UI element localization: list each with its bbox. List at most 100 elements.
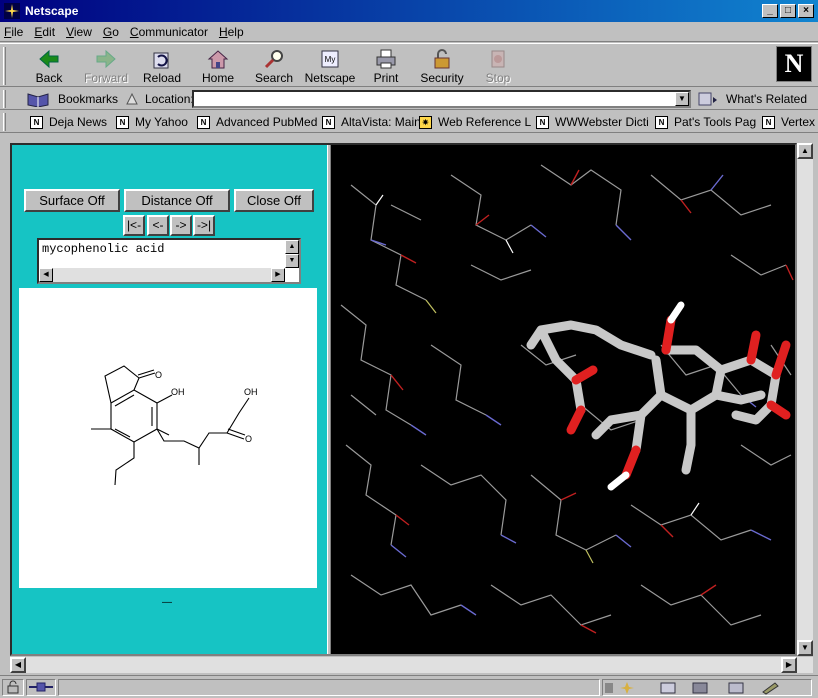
textarea-vscrollbar[interactable]: ▲ ▼ [285, 240, 299, 268]
bookmark-item[interactable]: N My Yahoo [116, 115, 188, 129]
netscape-page-icon: N [762, 115, 775, 129]
bookmark-item[interactable]: N Deja News [30, 115, 107, 129]
page-horizontal-scrollbar[interactable]: ◀ ▶ [10, 657, 813, 673]
bookmark-item[interactable]: N AltaVista: Main [322, 115, 421, 129]
bookmark-item[interactable]: N Pat's Tools Pag [655, 115, 756, 129]
netscape-page-icon: N [197, 115, 210, 129]
search-icon [264, 50, 283, 69]
search-button[interactable]: Search [246, 47, 302, 87]
netscape-app-icon [4, 3, 20, 19]
distance-off-button[interactable]: Distance Off [124, 189, 230, 212]
netscape-logo-icon[interactable]: N [776, 46, 812, 82]
svg-text:My: My [325, 55, 336, 64]
acid-oh-label: OH [244, 387, 258, 397]
last-button[interactable]: ->| [193, 215, 215, 236]
stop-button[interactable]: Stop [470, 47, 526, 87]
page-scroll-right-icon[interactable]: ▶ [781, 657, 797, 673]
close-off-button[interactable]: Close Off [234, 189, 314, 212]
protein-wireframe-view [340, 164, 794, 634]
page-scroll-up-icon[interactable]: ▲ [797, 143, 813, 159]
bookmarks-icon [27, 93, 49, 107]
forward-arrow-icon [96, 49, 116, 69]
previous-button[interactable]: <- [147, 215, 169, 236]
menu-help[interactable]: Help [219, 25, 244, 39]
location-dropdown-button[interactable]: ▼ [675, 92, 689, 106]
web-reference-icon: ✷ [419, 115, 432, 129]
hydroxyl-label: OH [171, 387, 185, 397]
location-input[interactable]: ▼ [192, 90, 691, 108]
scroll-down-arrow-icon[interactable]: ▼ [285, 254, 299, 268]
personal-toolbar: N Deja News N My Yahoo N Advanced PubMed NA… [0, 111, 818, 133]
bookmark-item[interactable]: N Vertex [762, 115, 815, 129]
molecule-viewer[interactable] [331, 145, 795, 654]
status-bar [0, 675, 818, 698]
security-button[interactable]: Security [414, 47, 470, 87]
menu-view[interactable]: View [66, 25, 92, 39]
toolbar-grip[interactable] [3, 47, 6, 85]
print-button[interactable]: Print [358, 47, 414, 87]
netscape-button[interactable]: My Netscape [302, 47, 358, 87]
security-status-icon[interactable] [2, 679, 24, 696]
connection-status-icon [26, 679, 56, 696]
minimize-button[interactable]: _ [762, 4, 778, 18]
bookmark-item[interactable]: N Advanced PubMed [197, 115, 317, 129]
netscape-page-icon: N [536, 115, 549, 129]
menu-bar: File Edit View Go Communicator Help [0, 22, 818, 42]
plug-icon [29, 682, 53, 692]
status-message [58, 679, 600, 696]
whats-related-button[interactable]: What's Related [697, 91, 807, 107]
menu-edit[interactable]: Edit [34, 25, 55, 39]
reload-icon [153, 52, 169, 69]
component-bar-icons [605, 682, 779, 695]
acid-o-label: O [245, 434, 252, 444]
padlock-status-icon [7, 680, 19, 694]
back-button[interactable]: Back [21, 47, 77, 87]
scroll-up-arrow-icon[interactable]: ▲ [285, 240, 299, 254]
navigation-toolbar: Back Forward Reload Home Search My Netsc… [0, 43, 818, 87]
menu-communicator[interactable]: Communicator [130, 25, 208, 39]
compound-name-text: mycophenolic acid [42, 242, 165, 256]
textarea-hscrollbar[interactable]: ◀ ▶ [39, 268, 285, 282]
print-icon [376, 49, 396, 69]
netscape-page-icon: N [322, 115, 335, 129]
location-label: Location: [124, 91, 194, 107]
back-arrow-icon [39, 49, 59, 69]
my-netscape-icon: My [321, 50, 339, 68]
page-proxy-icon[interactable] [124, 91, 140, 107]
component-bar [602, 679, 812, 696]
bookmark-item[interactable]: ✷ Web Reference L [419, 115, 531, 129]
bookmark-item[interactable]: N WWWebster Dicti [536, 115, 649, 129]
page-scroll-left-icon[interactable]: ◀ [10, 657, 26, 673]
location-toolbar: Bookmarks Location: ▼ What's Related [0, 88, 818, 110]
title-bar: Netscape _ □ × [0, 0, 818, 22]
surface-off-button[interactable]: Surface Off [24, 189, 120, 212]
compound-name-textarea[interactable]: mycophenolic acid ▲ ▼ ◀ ▶ [37, 238, 301, 284]
next-button[interactable]: -> [170, 215, 192, 236]
location-grip[interactable] [3, 90, 6, 108]
window-title: Netscape [25, 4, 79, 18]
structure-image: O OH OH O [19, 288, 317, 588]
home-icon [207, 50, 229, 69]
maximize-button[interactable]: □ [780, 4, 796, 18]
page-scroll-down-icon[interactable]: ▼ [797, 640, 813, 656]
control-frame: Surface Off Distance Off Close Off |<- <… [12, 145, 327, 654]
stop-icon [491, 50, 505, 68]
scroll-right-arrow-icon[interactable]: ▶ [271, 268, 285, 282]
first-button[interactable]: |<- [123, 215, 145, 236]
close-button[interactable]: × [798, 4, 814, 18]
home-button[interactable]: Home [190, 47, 246, 87]
personal-grip[interactable] [3, 113, 6, 131]
reload-button[interactable]: Reload [134, 47, 190, 87]
menu-file[interactable]: File [4, 25, 23, 39]
forward-button[interactable]: Forward [78, 47, 134, 87]
scroll-left-arrow-icon[interactable]: ◀ [39, 268, 53, 282]
footer-mark: — [162, 597, 172, 608]
page-content: Surface Off Distance Off Close Off |<- <… [10, 143, 797, 656]
page-vertical-scrollbar[interactable]: ▲ ▼ [797, 143, 813, 656]
netscape-page-icon: N [116, 115, 129, 129]
mycophenolic-acid-structure: O OH OH O [91, 365, 258, 486]
netscape-page-icon: N [655, 115, 668, 129]
bookmarks-button[interactable]: Bookmarks [26, 91, 118, 107]
lock-icon [434, 49, 450, 69]
menu-go[interactable]: Go [103, 25, 119, 39]
